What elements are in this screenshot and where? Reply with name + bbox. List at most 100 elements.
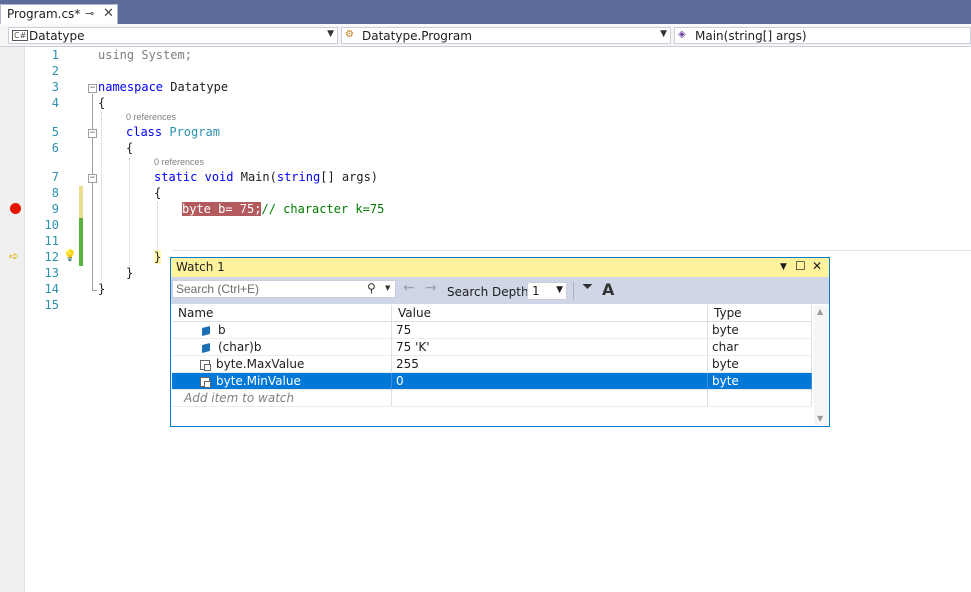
watch-row-selected[interactable]: byte.MinValue 0 byte	[172, 373, 812, 390]
indent-guide	[101, 112, 102, 288]
csharp-project-icon: C#	[12, 30, 29, 41]
code-line-6: {	[126, 141, 134, 155]
codelens-references[interactable]: 0 references	[154, 157, 204, 167]
line-number: 13	[44, 266, 59, 280]
watch-type: byte	[708, 373, 812, 390]
project-dropdown[interactable]: C# Datatype ▼	[8, 27, 338, 44]
line-number: 10	[44, 218, 59, 232]
watch-name-cell[interactable]: b	[172, 322, 392, 339]
lightbulb-icon[interactable]: 💡	[63, 249, 77, 262]
breakpoint-icon[interactable]	[10, 203, 21, 214]
empty-type-cell	[708, 390, 812, 407]
code-line-9: byte b= 75;// character k=75	[182, 202, 384, 216]
maximize-icon[interactable]: ☐	[795, 259, 806, 273]
keyword: static	[154, 170, 198, 184]
watch-title-bar[interactable]: Watch 1 ▼ ☐ ✕	[171, 258, 829, 277]
add-watch-row[interactable]: Add item to watch	[172, 390, 812, 407]
watch-name-cell[interactable]: byte.MaxValue	[172, 356, 392, 373]
keyword: class	[126, 125, 163, 139]
type-name: Program	[169, 125, 220, 139]
search-depth-select[interactable]: 1 ▼	[527, 282, 567, 300]
watch-name: byte.MaxValue	[216, 357, 305, 371]
line-number: 14	[44, 282, 59, 296]
filter-icon[interactable]: ⏷	[582, 279, 593, 295]
watch-type: byte	[708, 322, 812, 339]
static-member-icon	[200, 359, 211, 371]
search-next-icon[interactable]: →	[425, 280, 437, 296]
outline-line	[92, 94, 93, 290]
code-line-4: {	[98, 96, 106, 110]
search-options-dropdown-icon[interactable]: ▼	[385, 284, 390, 292]
search-previous-icon[interactable]: ←	[403, 280, 415, 296]
breakpoint-highlight: byte b= 75;	[182, 202, 262, 216]
collapse-class-icon[interactable]: −	[88, 129, 97, 138]
window-menu-icon[interactable]: ▼	[780, 262, 787, 272]
watch-row[interactable]: b 75 byte	[172, 322, 812, 339]
line-number: 4	[51, 96, 59, 110]
vertical-scrollbar[interactable]: ▲ ▼	[814, 305, 828, 425]
scroll-up-icon[interactable]: ▲	[817, 307, 823, 316]
comment: // character k=75	[261, 202, 385, 216]
document-tab-strip: Program.cs* ⊸ ✕	[0, 0, 971, 24]
search-depth-value: 1	[532, 284, 540, 298]
watch-value[interactable]: 75	[392, 322, 708, 339]
watch-row[interactable]: (char)b 75 'K' char	[172, 339, 812, 356]
line-number: 3	[51, 80, 59, 94]
watch-type: char	[708, 339, 812, 356]
current-statement-arrow-icon: ➪	[9, 249, 20, 263]
pin-icon[interactable]: ⊸	[85, 7, 94, 20]
type-dropdown[interactable]: ⚙ Datatype.Program ▼	[341, 27, 671, 44]
watch-row[interactable]: byte.MaxValue 255 byte	[172, 356, 812, 373]
watch-title: Watch 1	[176, 260, 225, 274]
scroll-down-icon[interactable]: ▼	[817, 414, 823, 423]
static-member-icon	[200, 376, 211, 388]
indent-guide	[129, 158, 130, 270]
watch-value[interactable]: 0	[392, 373, 708, 390]
tab-title: Program.cs*	[7, 7, 81, 21]
indicator-margin[interactable]	[0, 47, 25, 592]
watch-name: b	[218, 323, 226, 337]
column-header-type[interactable]: Type	[708, 305, 812, 322]
column-header-value[interactable]: Value	[392, 305, 708, 322]
type-label: Datatype.Program	[362, 29, 472, 43]
watch-name: (char)b	[218, 340, 262, 354]
watch-name: byte.MinValue	[216, 374, 301, 388]
close-icon[interactable]: ✕	[103, 6, 114, 21]
toolbar-separator	[573, 282, 574, 300]
watch-value[interactable]: 255	[392, 356, 708, 373]
navigation-bar: C# Datatype ▼ ⚙ Datatype.Program ▼ ◈ Mai…	[0, 26, 971, 47]
watch-name-cell[interactable]: (char)b	[172, 339, 392, 356]
variable-icon	[202, 342, 210, 353]
add-item-to-watch[interactable]: Add item to watch	[172, 390, 392, 407]
member-dropdown[interactable]: ◈ Main(string[] args)	[674, 27, 971, 44]
watch-window[interactable]: Watch 1 ▼ ☐ ✕ ⚲ ▼ ← → Search Depth: 1 ▼ …	[170, 257, 830, 427]
member-label: Main(string[] args)	[695, 29, 807, 43]
class-icon: ⚙	[345, 29, 354, 40]
line-number: 9	[51, 202, 59, 216]
tab-program-cs[interactable]: Program.cs* ⊸ ✕	[0, 4, 118, 24]
collapse-namespace-icon[interactable]: −	[88, 84, 97, 93]
outline-end	[92, 290, 97, 291]
line-number: 15	[44, 298, 59, 312]
search-input[interactable]	[176, 281, 356, 297]
search-box[interactable]: ⚲ ▼	[172, 280, 396, 298]
variable-icon	[202, 325, 210, 336]
line-number: 11	[44, 234, 59, 248]
code-line-7: static void Main(string[] args)	[154, 170, 378, 184]
column-header-name[interactable]: Name	[172, 305, 392, 322]
watch-value[interactable]: 75 'K'	[392, 339, 708, 356]
watch-grid[interactable]: Name Value Type b 75 byte (char)b 75 'K'…	[172, 305, 812, 425]
change-bar-unsaved	[79, 186, 83, 202]
code-text: Datatype	[163, 80, 229, 94]
codelens-references[interactable]: 0 references	[126, 112, 176, 122]
line-number: 5	[51, 125, 59, 139]
code-line-3: namespace Datatype	[98, 80, 228, 94]
collapse-method-icon[interactable]: −	[88, 174, 97, 183]
watch-name-cell[interactable]: byte.MinValue	[172, 373, 392, 390]
font-icon[interactable]: A	[602, 280, 614, 299]
code-line-13: }	[126, 266, 134, 280]
chevron-down-icon: ▼	[327, 29, 334, 39]
close-icon[interactable]: ✕	[812, 259, 822, 273]
search-icon[interactable]: ⚲	[367, 281, 376, 295]
code-text: [] args)	[320, 170, 379, 184]
